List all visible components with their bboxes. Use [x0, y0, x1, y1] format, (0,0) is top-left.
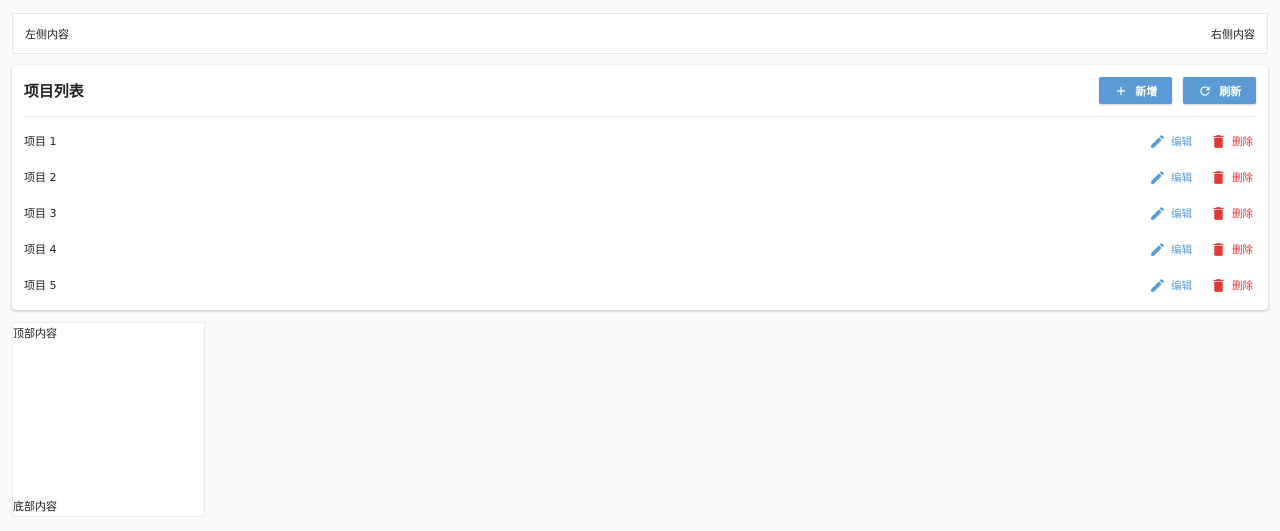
- item-name: 项目 3: [24, 207, 57, 220]
- trash-icon: [1210, 205, 1227, 222]
- add-button[interactable]: 新增: [1099, 77, 1172, 104]
- item-name: 项目 4: [24, 243, 57, 256]
- add-button-label: 新增: [1135, 84, 1158, 98]
- pencil-icon: [1149, 169, 1166, 186]
- trash-icon: [1210, 169, 1227, 186]
- list-item: 项目 3 编辑 删除: [24, 195, 1256, 231]
- edit-label: 编辑: [1171, 135, 1192, 148]
- delete-label: 删除: [1232, 135, 1253, 148]
- list-item: 项目 2 编辑 删除: [24, 159, 1256, 195]
- delete-button[interactable]: 删除: [1210, 277, 1253, 294]
- edit-button[interactable]: 编辑: [1149, 241, 1192, 258]
- trash-icon: [1210, 277, 1227, 294]
- item-actions: 编辑 删除: [1149, 241, 1256, 258]
- bottom-content: 底部内容: [13, 500, 57, 513]
- delete-button[interactable]: 删除: [1210, 133, 1253, 150]
- edit-button[interactable]: 编辑: [1149, 169, 1192, 186]
- delete-label: 删除: [1232, 207, 1253, 220]
- edit-button[interactable]: 编辑: [1149, 205, 1192, 222]
- delete-label: 删除: [1232, 243, 1253, 256]
- list-item: 项目 4 编辑 删除: [24, 231, 1256, 267]
- item-actions: 编辑 删除: [1149, 205, 1256, 222]
- refresh-icon: [1198, 84, 1212, 98]
- delete-button[interactable]: 删除: [1210, 169, 1253, 186]
- delete-label: 删除: [1232, 171, 1253, 184]
- top-bar: 左侧内容 右侧内容: [12, 13, 1268, 54]
- item-name: 项目 1: [24, 135, 57, 148]
- list-item: 项目 1 编辑 删除: [24, 123, 1256, 159]
- list-item: 项目 5 编辑 删除: [24, 267, 1256, 303]
- card-title: 项目列表: [24, 82, 85, 100]
- refresh-button[interactable]: 刷新: [1183, 77, 1256, 104]
- side-box: 顶部内容 底部内容: [12, 322, 205, 517]
- item-name: 项目 5: [24, 279, 57, 292]
- delete-label: 删除: [1232, 279, 1253, 292]
- refresh-button-label: 刷新: [1219, 84, 1242, 98]
- plus-icon: [1114, 84, 1128, 98]
- edit-button[interactable]: 编辑: [1149, 277, 1192, 294]
- edit-label: 编辑: [1171, 243, 1192, 256]
- edit-label: 编辑: [1171, 171, 1192, 184]
- item-actions: 编辑 删除: [1149, 169, 1256, 186]
- left-content: 左侧内容: [25, 27, 69, 41]
- card-header: 项目列表 新增 刷新: [24, 65, 1256, 117]
- trash-icon: [1210, 133, 1227, 150]
- pencil-icon: [1149, 241, 1166, 258]
- pencil-icon: [1149, 133, 1166, 150]
- item-list: 项目 1 编辑 删除 项目 2 编辑 删除 项目 3 编辑 删除 项目 4 编辑…: [24, 123, 1256, 303]
- top-content: 顶部内容: [13, 327, 57, 340]
- delete-button[interactable]: 删除: [1210, 241, 1253, 258]
- right-content: 右侧内容: [1211, 27, 1255, 41]
- edit-button[interactable]: 编辑: [1149, 133, 1192, 150]
- item-actions: 编辑 删除: [1149, 277, 1256, 294]
- header-actions: 新增 刷新: [1099, 77, 1256, 104]
- edit-label: 编辑: [1171, 207, 1192, 220]
- trash-icon: [1210, 241, 1227, 258]
- edit-label: 编辑: [1171, 279, 1192, 292]
- pencil-icon: [1149, 277, 1166, 294]
- project-list-card: 项目列表 新增 刷新 项目 1 编辑 删除 项目 2 编辑 删除 项目 3 编辑…: [12, 65, 1268, 310]
- delete-button[interactable]: 删除: [1210, 205, 1253, 222]
- item-name: 项目 2: [24, 171, 57, 184]
- pencil-icon: [1149, 205, 1166, 222]
- item-actions: 编辑 删除: [1149, 133, 1256, 150]
